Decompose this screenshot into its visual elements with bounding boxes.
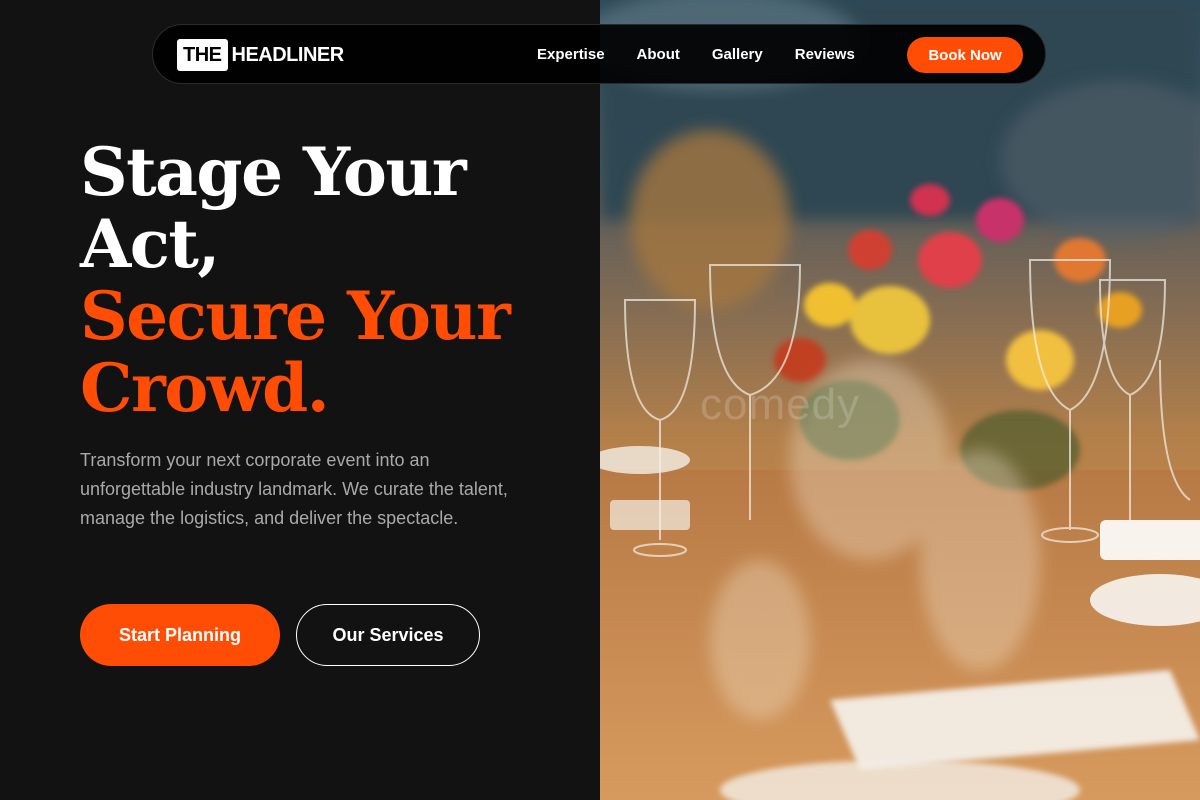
logo-box: THE [177,39,228,71]
hero-lead-text: Transform your next corporate event into… [80,450,508,528]
hero-headline: Stage Your Act, Secure Your Crowd. [80,136,580,424]
nav-link-gallery[interactable]: Gallery [712,46,763,63]
start-planning-button[interactable]: Start Planning [80,604,280,666]
logo-word: HEADLINER [231,43,345,66]
nav-link-expertise[interactable]: Expertise [537,46,605,63]
book-now-button[interactable]: Book Now [907,37,1023,73]
headline-line-1: Stage Your [80,133,467,211]
photo-watermark: comedy [700,380,861,429]
headline-accent-line-1: Secure Your [80,277,511,355]
nav-link-reviews[interactable]: Reviews [795,46,855,63]
nav-link-about[interactable]: About [637,46,680,63]
hero-image: comedy [600,0,1200,800]
headline-line-2: Act, [80,205,220,283]
headline-accent-line-2: Crowd. [80,349,330,427]
top-navbar: THE HEADLINER Expertise About Gallery Re… [152,24,1046,84]
nav-links: Expertise About Gallery Reviews [537,25,887,83]
hero-image-art [600,0,1200,800]
our-services-button[interactable]: Our Services [296,604,480,666]
brand-logo[interactable]: THE HEADLINER [177,39,344,71]
landing-page: comedy THE HEADLINER Expertise About Gal… [0,0,1200,800]
